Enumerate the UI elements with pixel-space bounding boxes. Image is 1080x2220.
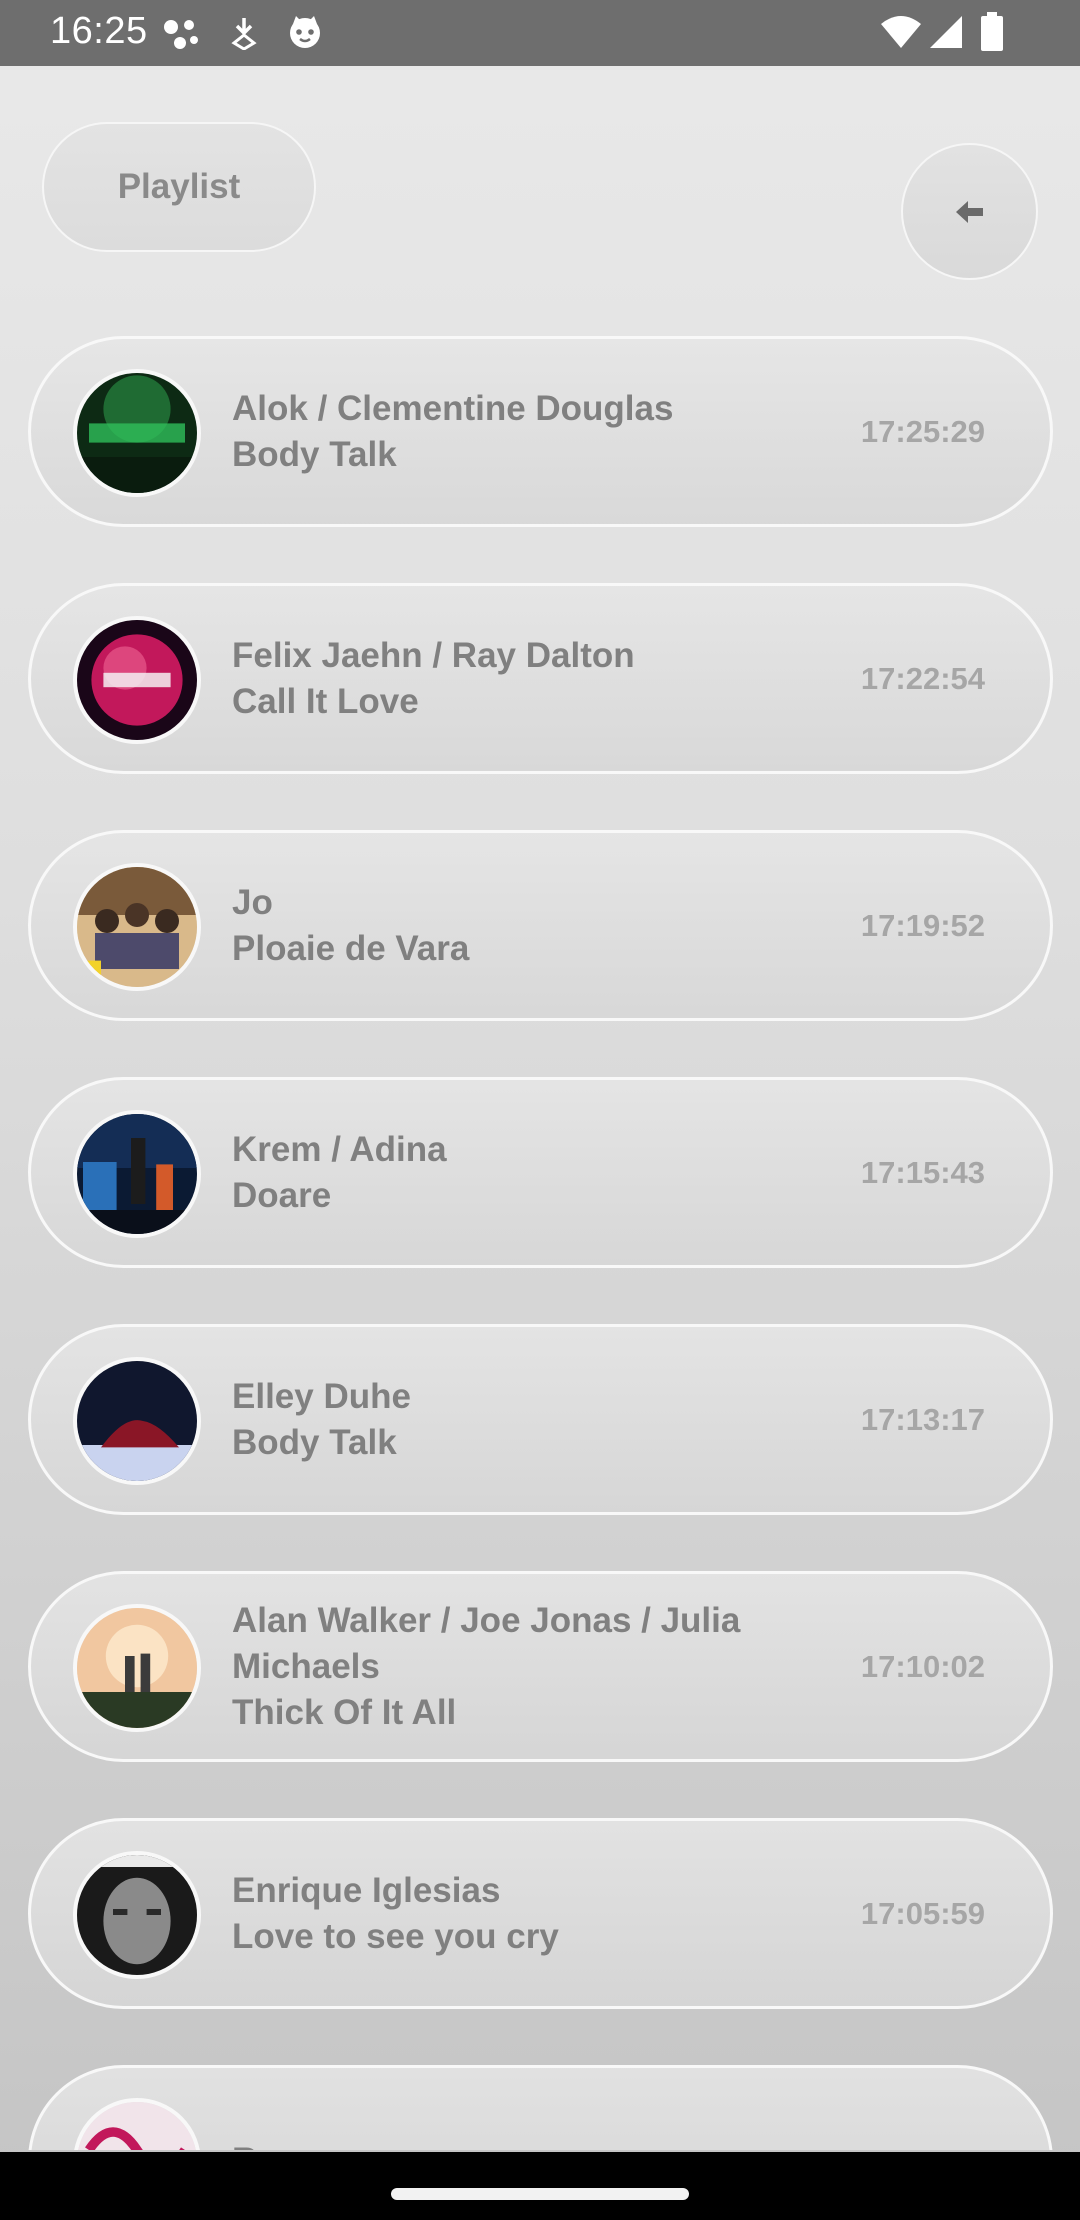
track-artist: Elley Duhe [232, 1376, 411, 1416]
home-gesture-handle[interactable] [391, 2188, 689, 2200]
track-card[interactable]: Alan Walker / Joe Jonas / Julia Michaels… [28, 1571, 1053, 1762]
track-title: Body Talk [232, 1422, 397, 1462]
playlist-label: Playlist [117, 167, 241, 206]
navigation-bar [0, 2152, 1080, 2220]
album-art-image [77, 867, 197, 987]
playlist-button[interactable]: Playlist [42, 122, 316, 252]
cellular-signal-icon [930, 16, 962, 48]
wifi-icon [881, 16, 921, 48]
track-artist: Alok / Clementine Douglas [232, 388, 674, 428]
track-artist: Alan Walker / Joe Jonas / Julia Michaels [232, 1600, 741, 1686]
album-cover [73, 1110, 201, 1238]
track-title: Call It Love [232, 681, 419, 721]
track-time: 17:22:54 [860, 660, 985, 696]
arrow-left-icon [955, 200, 983, 223]
track-info: Enrique Iglesias Love to see you cry [232, 1821, 832, 2006]
album-art-image [77, 620, 197, 740]
track-title: Doare [232, 1175, 332, 1215]
track-title: Love to see you cry [232, 1916, 559, 1956]
album-art-image [77, 1608, 197, 1728]
track-time: 17:05:59 [860, 1895, 985, 1931]
album-art-image [77, 1855, 197, 1975]
track-artist: Roxen [232, 2138, 832, 2151]
cat-face-icon [290, 16, 320, 48]
track-artist: Jo [232, 882, 273, 922]
track-artist: Enrique Iglesias [232, 1870, 501, 1910]
album-cover [73, 616, 201, 744]
album-cover [73, 1851, 201, 1979]
track-info: Felix Jaehn / Ray Dalton Call It Love [232, 586, 832, 771]
status-bar: 16:25 [0, 0, 1080, 66]
battery-icon [981, 12, 1003, 51]
status-time: 16:25 [50, 10, 148, 52]
track-info: Elley Duhe Body Talk [232, 1327, 832, 1512]
download-arrow-icon [231, 18, 257, 50]
track-card[interactable]: Felix Jaehn / Ray Dalton Call It Love 17… [28, 583, 1053, 774]
album-cover [73, 369, 201, 497]
track-title: Thick Of It All [232, 1692, 457, 1732]
album-cover [73, 2098, 201, 2150]
track-time: 17:25:29 [860, 413, 985, 449]
track-card[interactable]: Jo Ploaie de Vara 17:19:52 [28, 830, 1053, 1021]
track-card[interactable]: Elley Duhe Body Talk 17:13:17 [28, 1324, 1053, 1515]
track-info: Jo Ploaie de Vara [232, 833, 832, 1018]
album-cover [73, 1604, 201, 1732]
track-card[interactable]: Enrique Iglesias Love to see you cry 17:… [28, 1818, 1053, 2009]
track-info: Krem / Adina Doare [232, 1080, 832, 1265]
track-time: 17:10:02 [860, 1648, 985, 1684]
track-time: 17:19:52 [860, 907, 985, 943]
track-card[interactable]: Roxen [28, 2065, 1053, 2150]
track-artist: Krem / Adina [232, 1129, 447, 1169]
track-card[interactable]: Krem / Adina Doare 17:15:43 [28, 1077, 1053, 1268]
album-art-image [77, 2102, 197, 2150]
track-artist: Felix Jaehn / Ray Dalton [232, 635, 635, 675]
track-list[interactable]: Alok / Clementine Douglas Body Talk 17:2… [28, 336, 1053, 2150]
track-title: Body Talk [232, 434, 397, 474]
album-cover [73, 863, 201, 991]
track-info: Roxen [232, 2068, 832, 2151]
track-time: 17:13:17 [860, 1401, 985, 1437]
track-info: Alan Walker / Joe Jonas / Julia Michaels… [232, 1574, 832, 1759]
track-time: 17:15:43 [860, 1154, 985, 1190]
album-art-image [77, 1114, 197, 1234]
album-art-image [77, 1361, 197, 1481]
track-card[interactable]: Alok / Clementine Douglas Body Talk 17:2… [28, 336, 1053, 527]
track-info: Alok / Clementine Douglas Body Talk [232, 339, 832, 524]
cluster-dots-icon [164, 20, 198, 49]
album-cover [73, 1357, 201, 1485]
track-title: Ploaie de Vara [232, 928, 470, 968]
album-art-image [77, 373, 197, 493]
back-button[interactable] [901, 143, 1038, 280]
